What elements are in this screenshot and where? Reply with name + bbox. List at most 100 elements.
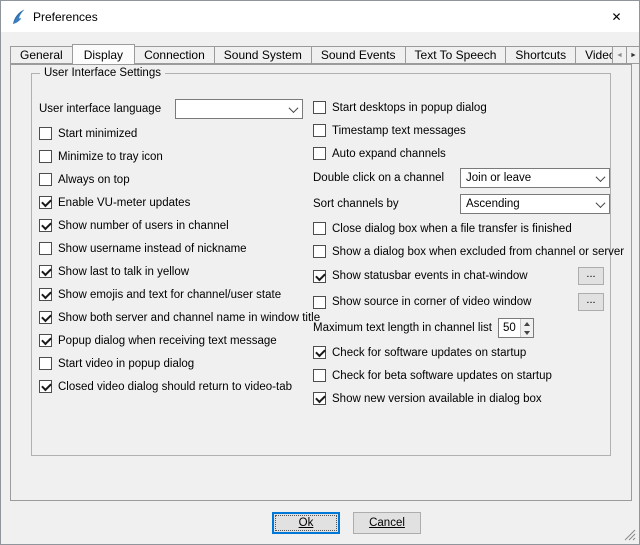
- checkbox-row[interactable]: Show number of users in channel: [39, 214, 303, 237]
- checkbox-label: Show new version available in dialog box: [332, 393, 542, 405]
- tab[interactable]: Shortcuts: [505, 46, 576, 64]
- checkbox: [39, 127, 52, 140]
- chevron-down-icon: [592, 169, 609, 187]
- checkbox-row[interactable]: Show last to talk in yellow: [39, 260, 303, 283]
- tab[interactable]: Connection: [134, 46, 215, 64]
- tab[interactable]: Video: [575, 46, 612, 64]
- checkbox: [39, 334, 52, 347]
- checkbox-label: Timestamp text messages: [332, 125, 466, 137]
- close-icon: ✕: [611, 10, 621, 24]
- checkbox: [39, 150, 52, 163]
- chevron-down-icon: [592, 195, 609, 213]
- checkbox: [313, 147, 326, 160]
- checkbox-label: Start video in popup dialog: [58, 358, 194, 370]
- tab-label: Connection: [144, 48, 205, 62]
- checkbox-row[interactable]: Start video in popup dialog: [39, 352, 303, 375]
- checkbox: [313, 270, 326, 283]
- checkbox-row[interactable]: Show emojis and text for channel/user st…: [39, 283, 303, 306]
- checkbox-row[interactable]: Popup dialog when receiving text message: [39, 329, 303, 352]
- checkbox: [39, 196, 52, 209]
- language-dropdown[interactable]: [175, 99, 303, 119]
- tab[interactable]: Display: [72, 44, 135, 64]
- checkbox-row[interactable]: Closed video dialog should return to vid…: [39, 375, 303, 398]
- checkbox-label: Check for software updates on startup: [332, 347, 526, 359]
- tab[interactable]: Sound System: [214, 46, 312, 64]
- statusbar-events-config-button[interactable]: ...: [578, 267, 604, 285]
- max-text-length-spinner[interactable]: 50: [498, 318, 534, 338]
- checkbox-label: Start desktops in popup dialog: [332, 102, 487, 114]
- checkbox: [39, 357, 52, 370]
- video-source-config-button[interactable]: ...: [578, 293, 604, 311]
- chevron-down-icon: [285, 100, 302, 118]
- app-logo-icon: [10, 9, 26, 25]
- max-text-length-value: 50: [499, 319, 520, 337]
- double-click-row: Double click on a channel Join or leave: [313, 165, 610, 191]
- tab-label: Shortcuts: [515, 48, 566, 62]
- tab-scroll-right-button[interactable]: ►: [626, 46, 640, 64]
- sort-channels-row: Sort channels by Ascending: [313, 191, 610, 217]
- checkbox: [313, 346, 326, 359]
- checkbox-label: Check for beta software updates on start…: [332, 370, 552, 382]
- checkbox: [39, 288, 52, 301]
- tab[interactable]: Text To Speech: [405, 46, 507, 64]
- checkbox-row[interactable]: Always on top: [39, 168, 303, 191]
- tab-label: General: [20, 48, 63, 62]
- tab[interactable]: Sound Events: [311, 46, 406, 64]
- tab[interactable]: General: [10, 46, 73, 64]
- checkbox-label: Show last to talk in yellow: [58, 266, 189, 278]
- sort-channels-dropdown[interactable]: Ascending: [460, 194, 610, 214]
- language-label: User interface language: [39, 103, 161, 115]
- checkbox-label: Close dialog box when a file transfer is…: [332, 223, 572, 235]
- double-click-dropdown[interactable]: Join or leave: [460, 168, 610, 188]
- checkbox-label: Show number of users in channel: [58, 220, 229, 232]
- checkbox-row[interactable]: Enable VU-meter updates: [39, 191, 303, 214]
- checkbox-row[interactable]: Show username instead of nickname: [39, 237, 303, 260]
- checkbox: [313, 369, 326, 382]
- checkbox-row[interactable]: Check for software updates on startup: [313, 341, 610, 364]
- spinner-arrows: [520, 319, 533, 337]
- checkbox: [39, 173, 52, 186]
- checkbox-label: Popup dialog when receiving text message: [58, 335, 277, 347]
- checkbox-label: Auto expand channels: [332, 148, 446, 160]
- checkbox: [313, 392, 326, 405]
- left-checkbox-list: Start minimized Minimize to tray icon Al…: [39, 122, 303, 398]
- checkbox-row[interactable]: Close dialog box when a file transfer is…: [313, 217, 610, 240]
- checkbox: [39, 219, 52, 232]
- tab-label: Video: [585, 48, 612, 62]
- checkbox-label: Start minimized: [58, 128, 137, 140]
- checkbox-row[interactable]: Auto expand channels: [313, 142, 610, 165]
- checkbox: [39, 242, 52, 255]
- right-top-checkbox-list: Start desktops in popup dialog Timestamp…: [313, 96, 610, 165]
- ok-button[interactable]: Ok: [272, 512, 340, 534]
- checkbox-row[interactable]: Start desktops in popup dialog: [313, 96, 610, 119]
- checkbox-row[interactable]: Check for beta software updates on start…: [313, 364, 610, 387]
- video-source-row[interactable]: Show source in corner of video window ..…: [313, 289, 610, 315]
- checkbox-label: Minimize to tray icon: [58, 151, 163, 163]
- checkbox: [39, 380, 52, 393]
- sort-channels-dropdown-value: Ascending: [466, 198, 592, 210]
- checkbox-row[interactable]: Timestamp text messages: [313, 119, 610, 142]
- checkbox-label: Show both server and channel name in win…: [58, 312, 320, 324]
- spin-down-icon[interactable]: [521, 328, 533, 337]
- tab-label: Sound Events: [321, 48, 396, 62]
- cancel-button[interactable]: Cancel: [353, 512, 421, 534]
- right-column: Start desktops in popup dialog Timestamp…: [313, 96, 610, 410]
- checkbox-row[interactable]: Show both server and channel name in win…: [39, 306, 303, 329]
- left-column: User interface language Start minimized: [39, 96, 303, 398]
- preferences-dialog: Preferences ✕ General Display Connection…: [0, 0, 640, 545]
- checkbox-label: Show username instead of nickname: [58, 243, 247, 255]
- checkbox-label: Enable VU-meter updates: [58, 197, 190, 209]
- checkbox-row[interactable]: Minimize to tray icon: [39, 145, 303, 168]
- tab-scroll-left-button[interactable]: ◄: [612, 46, 627, 64]
- checkbox: [313, 101, 326, 114]
- tab-label: Display: [84, 48, 123, 62]
- checkbox-row[interactable]: Show a dialog box when excluded from cha…: [313, 240, 610, 263]
- arrow-left-icon: ◄: [616, 52, 623, 59]
- statusbar-events-row[interactable]: Show statusbar events in chat-window ...: [313, 263, 610, 289]
- checkbox-row[interactable]: Show new version available in dialog box: [313, 387, 610, 410]
- tab-scroll-control: ◄ ►: [613, 46, 640, 64]
- spin-up-icon[interactable]: [521, 319, 533, 328]
- close-button[interactable]: ✕: [594, 1, 639, 32]
- checkbox-row[interactable]: Start minimized: [39, 122, 303, 145]
- resize-grip[interactable]: [624, 529, 636, 541]
